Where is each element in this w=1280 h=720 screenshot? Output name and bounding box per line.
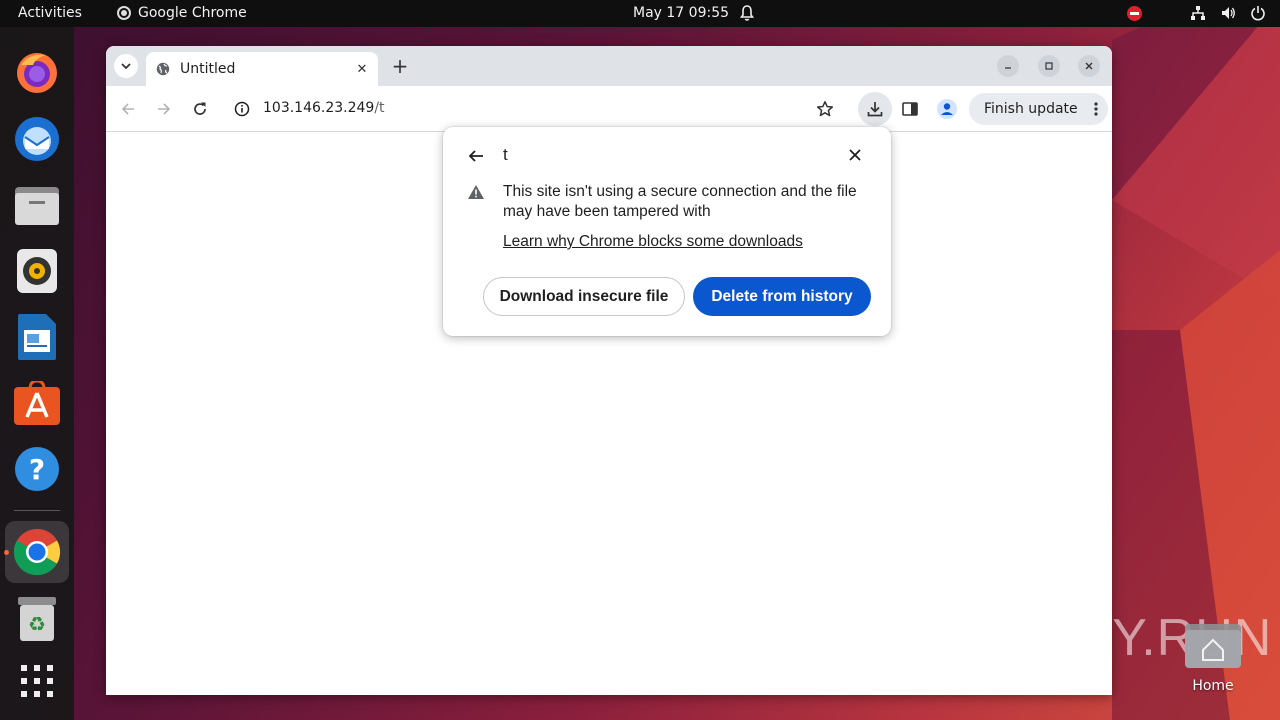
download-insecure-button[interactable]: Download insecure file	[483, 277, 685, 316]
firefox-icon[interactable]	[11, 47, 63, 99]
profile-button[interactable]	[934, 96, 960, 122]
tab-strip: Untitled ✕ +	[106, 46, 1112, 86]
info-icon[interactable]	[234, 101, 250, 117]
trash-icon[interactable]: ♻	[11, 593, 63, 645]
tab-untitled[interactable]: Untitled ✕	[146, 52, 378, 86]
top-bar: Activities Google Chrome May 17 09:55	[0, 0, 1280, 27]
maximize-icon	[1045, 62, 1053, 70]
power-icon	[1251, 6, 1265, 21]
system-tray[interactable]	[1127, 5, 1266, 21]
star-icon	[816, 101, 834, 117]
tab-search-button[interactable]	[114, 54, 138, 78]
app-grid-icon[interactable]	[11, 655, 63, 707]
thunderbird-icon[interactable]	[11, 113, 63, 165]
back-arrow-icon[interactable]	[467, 147, 485, 165]
libreoffice-writer-icon[interactable]	[11, 311, 63, 363]
close-tab-icon[interactable]: ✕	[354, 61, 370, 77]
app-menu[interactable]: Google Chrome	[117, 5, 247, 21]
rhythmbox-icon[interactable]	[11, 245, 63, 297]
bookmark-button[interactable]	[812, 96, 838, 122]
network-icon	[1191, 6, 1205, 20]
download-warning-dialog: t This site isn't using a secure connect…	[443, 127, 891, 336]
tab-title: Untitled	[180, 61, 236, 77]
url-text: 103.146.23.249/t	[263, 100, 385, 116]
back-button[interactable]	[115, 96, 141, 122]
profile-avatar-icon	[937, 99, 957, 119]
globe-icon	[156, 62, 170, 76]
url-host: 103.146.23.249	[263, 100, 375, 116]
arrow-right-icon	[158, 103, 171, 115]
downloads-button[interactable]	[858, 92, 892, 126]
toolbar: 103.146.23.249/t Finish update	[106, 86, 1112, 132]
arrow-left-icon	[121, 103, 134, 115]
side-panel-button[interactable]	[897, 96, 923, 122]
finish-update-label: Finish update	[984, 101, 1078, 117]
close-icon[interactable]	[848, 148, 862, 162]
delete-from-history-button[interactable]: Delete from history	[693, 277, 871, 316]
home-folder-icon[interactable]	[1185, 620, 1241, 668]
side-panel-icon	[902, 102, 918, 116]
download-filename: t	[503, 145, 508, 164]
app-name: Google Chrome	[138, 5, 247, 21]
reload-button[interactable]	[187, 96, 213, 122]
url-path: /t	[374, 100, 385, 116]
clock[interactable]: May 17 09:55	[633, 5, 729, 21]
dock: ? ♻	[0, 27, 74, 720]
close-icon	[1085, 62, 1093, 70]
help-icon[interactable]: ?	[11, 443, 63, 495]
chrome-icon[interactable]	[5, 521, 69, 583]
address-bar[interactable]: 103.146.23.249/t	[226, 92, 846, 126]
chrome-small-icon	[117, 6, 131, 20]
reload-icon	[194, 102, 206, 115]
minimize-button[interactable]	[997, 55, 1019, 77]
minimize-icon	[1005, 67, 1011, 69]
learn-more-link[interactable]: Learn why Chrome blocks some downloads	[503, 233, 803, 251]
download-icon	[867, 102, 883, 117]
svg-text:♻: ♻	[28, 612, 46, 636]
more-vert-icon	[1094, 102, 1098, 116]
app-center-icon[interactable]	[11, 377, 63, 429]
notification-bell-icon[interactable]	[739, 4, 755, 22]
close-window-button[interactable]	[1078, 55, 1100, 77]
dock-separator	[14, 510, 60, 511]
maximize-button[interactable]	[1038, 55, 1060, 77]
new-tab-button[interactable]: +	[388, 54, 412, 78]
activities-button[interactable]: Activities	[18, 5, 82, 21]
home-label: Home	[1192, 678, 1234, 694]
warning-icon	[468, 185, 484, 199]
forward-button[interactable]	[151, 96, 177, 122]
volume-icon	[1222, 7, 1235, 19]
files-icon[interactable]	[11, 179, 63, 231]
svg-text:?: ?	[29, 453, 45, 486]
chevron-down-icon	[121, 63, 131, 70]
finish-update-button[interactable]: Finish update	[969, 93, 1108, 125]
do-not-disturb-icon	[1127, 5, 1142, 21]
warning-message: This site isn't using a secure connectio…	[503, 183, 857, 220]
